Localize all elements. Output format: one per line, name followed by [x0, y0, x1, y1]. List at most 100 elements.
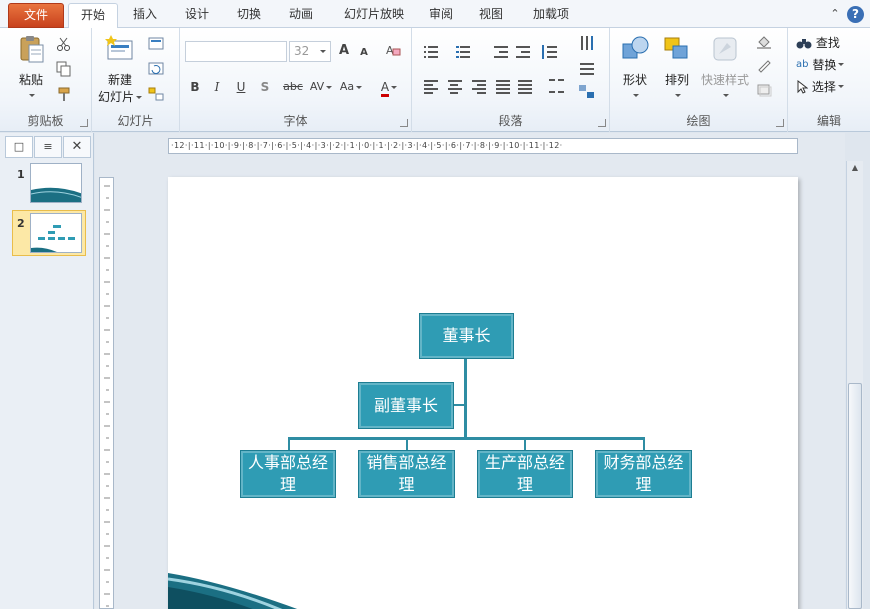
convert-smartart-icon[interactable]: [578, 84, 596, 100]
group-clipboard: 粘贴 剪贴板: [0, 28, 92, 132]
ribbon: 粘贴 剪贴板 新建 幻灯片 幻灯片 32 A A A B I U S abc A…: [0, 28, 870, 132]
columns-icon[interactable]: [548, 78, 566, 94]
bold-button[interactable]: B: [186, 78, 204, 96]
tab-design[interactable]: 设计: [176, 3, 218, 28]
ribbon-tab-bar: 文件 开始 插入 设计 切换 动画 幻灯片放映 审阅 视图 加载项 ⌃ ?: [0, 0, 870, 29]
org-box-vice-chairman[interactable]: 副董事长: [358, 382, 454, 429]
distributed-icon[interactable]: [516, 78, 534, 94]
tab-slideshow[interactable]: 幻灯片放映: [334, 3, 414, 28]
collapse-ribbon-icon[interactable]: ⌃: [829, 5, 841, 23]
close-pane-icon[interactable]: ✕: [63, 136, 91, 158]
select-button[interactable]: 选择: [796, 78, 866, 96]
font-name-dropdown[interactable]: [185, 41, 287, 62]
text-direction-icon[interactable]: [578, 36, 596, 52]
align-center-icon[interactable]: [446, 78, 464, 94]
drawing-launcher-icon[interactable]: [776, 119, 784, 127]
group-editing: 查找 ab 替换 选择 编辑: [788, 28, 870, 132]
arrange-label: 排列: [664, 73, 689, 87]
cursor-icon: [797, 79, 809, 94]
connector-child-2: [406, 437, 408, 450]
tab-home[interactable]: 开始: [68, 3, 118, 29]
decrease-indent-icon[interactable]: [492, 44, 510, 60]
org-box-chairman[interactable]: 董事长: [419, 313, 514, 359]
shape-effects-icon[interactable]: [756, 82, 772, 98]
tab-animations[interactable]: 动画: [280, 3, 322, 28]
char-spacing-button[interactable]: AV: [308, 78, 334, 96]
shrink-font-button[interactable]: A: [355, 44, 373, 62]
layout-icon[interactable]: [148, 36, 164, 52]
tab-slides-view[interactable]: □: [5, 136, 33, 158]
cut-icon[interactable]: [56, 36, 72, 52]
connector-horizontal: [288, 437, 645, 440]
slide-pane: □ ≡ ✕ 1 2: [0, 133, 94, 609]
font-group-label: 字体: [283, 114, 308, 128]
tab-insert[interactable]: 插入: [124, 3, 166, 28]
pane-tabs: □ ≡ ✕: [5, 136, 91, 158]
tab-outline-view[interactable]: ≡: [34, 136, 62, 158]
org-box-hr[interactable]: 人事部总经 理: [240, 450, 336, 498]
paragraph-launcher-icon[interactable]: [598, 119, 606, 127]
org-box-text: 财务部总经: [603, 453, 684, 472]
line-spacing-icon[interactable]: [540, 44, 558, 60]
quick-styles-button[interactable]: 快速样式: [698, 34, 752, 102]
help-icon[interactable]: ?: [847, 6, 864, 23]
vertical-scrollbar[interactable]: ▲: [846, 161, 863, 609]
tab-file[interactable]: 文件: [8, 3, 64, 28]
slide-thumbnail-1[interactable]: [30, 163, 82, 203]
increase-indent-icon[interactable]: [514, 44, 532, 60]
italic-button[interactable]: I: [208, 78, 226, 96]
tab-view[interactable]: 视图: [470, 3, 512, 28]
arrange-button[interactable]: 排列: [658, 34, 696, 102]
horizontal-ruler[interactable]: ·12·|·11·|·10·|·9·|·8·|·7·|·6·|·5·|·4·|·…: [168, 138, 798, 154]
slide-canvas[interactable]: 董事长 副董事长 人事部总经 理 销售部总经 理 生产部总经 理 财务部总经 理: [168, 177, 798, 609]
slide-edit-area: ·12·|·11·|·10·|·9·|·8·|·7·|·6·|·5·|·4·|·…: [95, 133, 845, 609]
org-box-text: 理: [516, 475, 533, 494]
shape-fill-icon[interactable]: [756, 34, 772, 50]
scroll-up-icon[interactable]: ▲: [847, 161, 863, 175]
justify-icon[interactable]: [494, 78, 512, 94]
replace-button[interactable]: ab 替换: [796, 56, 866, 74]
shapes-button[interactable]: 形状: [616, 34, 654, 102]
reset-slide-icon[interactable]: [148, 61, 164, 77]
org-box-sales[interactable]: 销售部总经 理: [358, 450, 455, 498]
change-case-button[interactable]: Aa: [338, 78, 364, 96]
bullets-icon[interactable]: [422, 44, 440, 60]
select-label: 选择: [811, 80, 836, 94]
shapes-label: 形状: [622, 73, 647, 87]
tab-review[interactable]: 审阅: [420, 3, 462, 28]
grow-font-button[interactable]: A: [335, 42, 353, 60]
shape-outline-icon[interactable]: [756, 58, 772, 74]
clear-format-button[interactable]: A: [384, 42, 402, 60]
scroll-thumb[interactable]: [848, 383, 862, 609]
connector-root-vertical: [464, 358, 467, 438]
thumb2-graphic: [31, 225, 75, 252]
format-painter-icon[interactable]: [56, 86, 72, 102]
org-box-production[interactable]: 生产部总经 理: [477, 450, 573, 498]
paste-button[interactable]: 粘贴: [10, 34, 52, 102]
vruler-ticks: [104, 185, 110, 607]
align-text-icon[interactable]: [578, 60, 596, 76]
font-size-dropdown[interactable]: 32: [289, 41, 331, 62]
binoculars-icon: [796, 38, 812, 48]
find-button[interactable]: 查找: [796, 34, 866, 52]
org-box-text: 人事部总经: [247, 453, 328, 472]
strikethrough-button[interactable]: abc: [280, 78, 306, 96]
copy-icon[interactable]: [56, 61, 72, 77]
align-right-icon[interactable]: [470, 78, 488, 94]
section-icon[interactable]: [148, 86, 164, 102]
org-box-finance[interactable]: 财务部总经 理: [595, 450, 692, 498]
font-launcher-icon[interactable]: [400, 119, 408, 127]
slides-group-label: 幻灯片: [117, 114, 154, 128]
underline-button[interactable]: U: [232, 78, 250, 96]
align-left-icon[interactable]: [422, 78, 440, 94]
tab-addins[interactable]: 加载项: [524, 3, 578, 28]
slide-thumbnail-2[interactable]: [30, 213, 82, 253]
vertical-ruler[interactable]: [99, 177, 114, 609]
shadow-button[interactable]: S: [256, 78, 274, 96]
new-slide-button[interactable]: 新建 幻灯片: [96, 34, 144, 105]
tab-transitions[interactable]: 切换: [228, 3, 270, 28]
font-color-button[interactable]: A: [376, 78, 402, 97]
numbering-icon[interactable]: [454, 44, 472, 60]
new-slide-label-2: 幻灯片: [97, 90, 134, 104]
clipboard-launcher-icon[interactable]: [80, 119, 88, 127]
